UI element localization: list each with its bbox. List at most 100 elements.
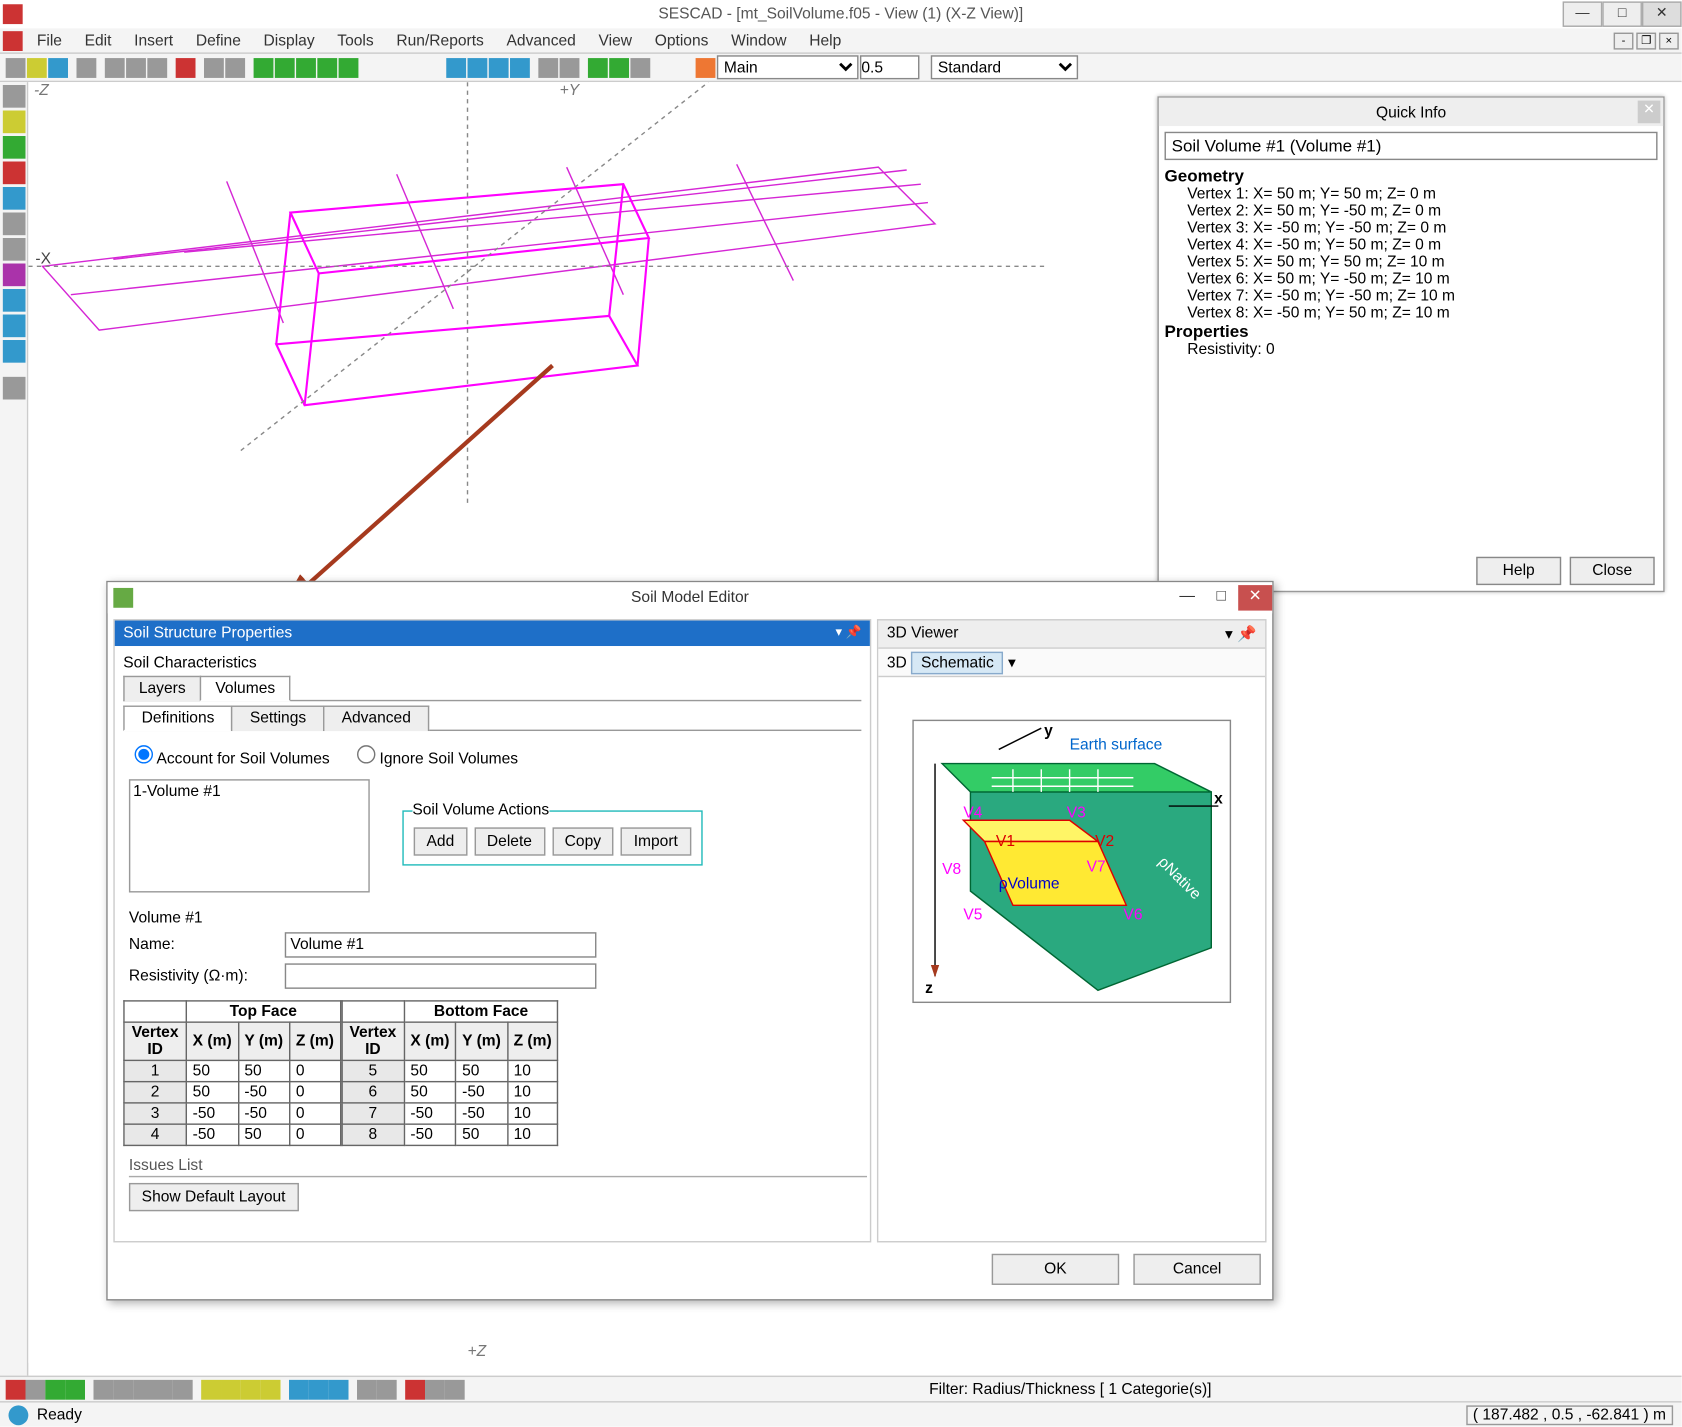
subtab-definitions[interactable]: Definitions — [123, 706, 233, 732]
new-icon[interactable] — [6, 57, 26, 77]
bt-icon[interactable] — [289, 1379, 309, 1399]
tool-2-icon[interactable] — [3, 162, 26, 185]
viewer-schematic-button[interactable]: Schematic — [911, 652, 1004, 675]
tab-volumes[interactable]: Volumes — [200, 676, 291, 702]
bt-icon[interactable] — [357, 1379, 377, 1399]
layer-select[interactable]: Main — [717, 55, 859, 79]
copy-icon[interactable] — [126, 57, 146, 77]
bt-icon[interactable] — [133, 1379, 153, 1399]
bottom-face-table[interactable]: Bottom Face Vertex IDX (m)Y (m)Z (m) 550… — [341, 1000, 559, 1146]
delete-icon[interactable] — [176, 57, 196, 77]
bt-icon[interactable] — [201, 1379, 221, 1399]
show-default-layout-button[interactable]: Show Default Layout — [129, 1183, 298, 1211]
text-tool-icon[interactable] — [3, 377, 26, 400]
menu-view[interactable]: View — [587, 29, 643, 52]
tool-e-icon[interactable] — [339, 57, 359, 77]
style-select[interactable]: Standard — [931, 55, 1078, 79]
zoom-icon[interactable] — [3, 238, 26, 261]
mdi-restore[interactable]: ❐ — [1636, 32, 1656, 49]
bt-icon[interactable] — [113, 1379, 133, 1399]
dialog-minimize-button[interactable]: — — [1170, 585, 1204, 611]
maximize-button[interactable]: □ — [1602, 1, 1642, 27]
ok-button[interactable]: OK — [992, 1254, 1120, 1285]
bt-icon[interactable] — [45, 1379, 65, 1399]
minimize-button[interactable]: — — [1563, 1, 1603, 27]
layer-b-icon[interactable] — [560, 57, 580, 77]
bt-icon[interactable] — [26, 1379, 46, 1399]
close-button[interactable]: ✕ — [1642, 1, 1682, 27]
menu-run[interactable]: Run/Reports — [385, 29, 495, 52]
bt-icon[interactable] — [377, 1379, 397, 1399]
line-tool-icon[interactable] — [3, 111, 26, 134]
bt-icon[interactable] — [6, 1379, 26, 1399]
bt-icon[interactable] — [329, 1379, 349, 1399]
tool-3-icon[interactable] — [3, 187, 26, 210]
dropdown-icon[interactable]: ▾ — [1008, 655, 1016, 672]
bt-icon[interactable] — [309, 1379, 329, 1399]
radio-ignore[interactable]: Ignore Soil Volumes — [357, 751, 518, 768]
import-button[interactable]: Import — [621, 827, 691, 855]
tool-8-icon[interactable] — [3, 340, 26, 363]
bt-icon[interactable] — [221, 1379, 241, 1399]
display-b-icon[interactable] — [609, 57, 629, 77]
value-input[interactable] — [860, 55, 920, 79]
bt-icon[interactable] — [94, 1379, 114, 1399]
subtab-advanced[interactable]: Advanced — [323, 706, 429, 732]
tool-b-icon[interactable] — [275, 57, 295, 77]
tool-6-icon[interactable] — [3, 289, 26, 312]
menu-display[interactable]: Display — [252, 29, 326, 52]
pin-icon[interactable]: ▾ 📌 — [1225, 625, 1257, 643]
view-c-icon[interactable] — [489, 57, 509, 77]
undo-icon[interactable] — [204, 57, 224, 77]
quick-info-close-icon[interactable]: ✕ — [1638, 101, 1661, 124]
save-icon[interactable] — [48, 57, 68, 77]
list-item[interactable]: 1-Volume #1 — [133, 783, 365, 800]
mdi-close[interactable]: × — [1659, 32, 1679, 49]
mdi-minimize[interactable]: - — [1614, 32, 1634, 49]
copy-button[interactable]: Copy — [552, 827, 614, 855]
name-field[interactable] — [285, 932, 597, 958]
menu-define[interactable]: Define — [184, 29, 252, 52]
menu-edit[interactable]: Edit — [73, 29, 123, 52]
view-d-icon[interactable] — [510, 57, 530, 77]
layer-a-icon[interactable] — [538, 57, 558, 77]
cut-icon[interactable] — [105, 57, 125, 77]
subtab-settings[interactable]: Settings — [231, 706, 324, 732]
bt-icon[interactable] — [65, 1379, 85, 1399]
bt-icon[interactable] — [153, 1379, 173, 1399]
menu-advanced[interactable]: Advanced — [495, 29, 587, 52]
display-a-icon[interactable] — [588, 57, 608, 77]
paste-icon[interactable] — [147, 57, 167, 77]
quick-info-close-button[interactable]: Close — [1570, 557, 1655, 585]
menu-insert[interactable]: Insert — [123, 29, 185, 52]
pin-icon[interactable]: ▾ 📌 — [836, 625, 862, 642]
display-c-icon[interactable] — [630, 57, 650, 77]
dialog-close-button[interactable]: ✕ — [1238, 585, 1272, 611]
open-icon[interactable] — [27, 57, 47, 77]
bt-icon[interactable] — [425, 1379, 445, 1399]
view-b-icon[interactable] — [468, 57, 488, 77]
tool-7-icon[interactable] — [3, 315, 26, 338]
menu-options[interactable]: Options — [643, 29, 719, 52]
menu-help[interactable]: Help — [798, 29, 853, 52]
resistivity-field[interactable] — [285, 963, 597, 989]
dialog-maximize-button[interactable]: □ — [1204, 585, 1238, 611]
top-face-table[interactable]: Top Face Vertex IDX (m)Y (m)Z (m) 150500… — [123, 1000, 341, 1146]
tool-5-icon[interactable] — [3, 264, 26, 287]
quick-info-help-button[interactable]: Help — [1476, 557, 1561, 585]
cancel-button[interactable]: Cancel — [1133, 1254, 1261, 1285]
tool-c-icon[interactable] — [296, 57, 316, 77]
add-button[interactable]: Add — [414, 827, 467, 855]
bt-icon[interactable] — [261, 1379, 281, 1399]
redo-icon[interactable] — [225, 57, 245, 77]
volume-list[interactable]: 1-Volume #1 — [129, 779, 370, 892]
tool-d-icon[interactable] — [317, 57, 337, 77]
radio-account[interactable]: Account for Soil Volumes — [135, 751, 330, 768]
bt-icon[interactable] — [445, 1379, 465, 1399]
viewer-3d-button[interactable]: 3D — [887, 655, 907, 672]
delete-button[interactable]: Delete — [474, 827, 545, 855]
bt-icon[interactable] — [405, 1379, 425, 1399]
bt-icon[interactable] — [241, 1379, 261, 1399]
cursor-icon[interactable] — [3, 85, 26, 108]
menu-tools[interactable]: Tools — [326, 29, 385, 52]
